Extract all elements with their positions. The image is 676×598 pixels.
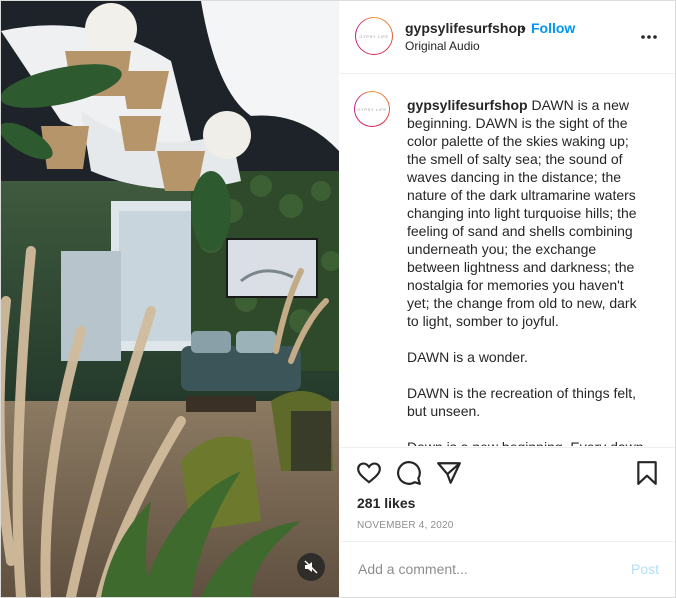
mute-toggle-button[interactable] xyxy=(297,553,325,581)
heart-icon[interactable] xyxy=(356,460,382,486)
bookmark-icon[interactable] xyxy=(634,460,660,486)
post-header: GYPSY LIFE gypsylifesurfshop • Follow Or… xyxy=(340,1,675,74)
caption-username[interactable]: gypsylifesurfshop xyxy=(407,97,528,113)
audio-label[interactable]: Original Audio xyxy=(405,39,480,53)
avatar-logo-text: GYPSY LIFE xyxy=(359,33,389,39)
caption-paragraph: Dawn is a new beginning. Every dawn xyxy=(407,438,647,446)
more-horizontal-icon[interactable] xyxy=(639,27,659,47)
caption-avatar[interactable]: GYPSY LIFE xyxy=(354,91,390,127)
post-video[interactable] xyxy=(1,1,339,597)
post-comment-button[interactable]: Post xyxy=(631,561,659,577)
caption-body: DAWN is a new beginning. DAWN is the sig… xyxy=(407,97,637,329)
author-username[interactable]: gypsylifesurfshop xyxy=(405,20,526,36)
comment-row: Post xyxy=(340,541,675,598)
speaker-muted-icon xyxy=(304,560,318,574)
likes-count[interactable]: 281 likes xyxy=(357,495,415,511)
comment-input[interactable] xyxy=(356,560,610,578)
author-avatar[interactable]: GYPSY LIFE xyxy=(355,17,393,55)
comment-bubble-icon[interactable] xyxy=(396,460,422,486)
post-date: NOVEMBER 4, 2020 xyxy=(357,520,454,531)
post-actions: 281 likes NOVEMBER 4, 2020 Post xyxy=(340,447,675,598)
post-details-panel: GYPSY LIFE gypsylifesurfshop • Follow Or… xyxy=(340,1,675,597)
caption-text: gypsylifesurfshop DAWN is a new beginnin… xyxy=(407,96,647,446)
avatar-logo-text: GYPSY LIFE xyxy=(357,106,387,112)
caption-paragraph: DAWN is the recreation of things felt, b… xyxy=(407,385,637,419)
separator-dot: • xyxy=(521,20,526,36)
caption-paragraph: DAWN is a wonder. xyxy=(407,349,528,365)
video-frame-illustration xyxy=(1,1,339,597)
paper-plane-icon[interactable] xyxy=(436,460,462,486)
instagram-post: GYPSY LIFE gypsylifesurfshop • Follow Or… xyxy=(0,0,676,598)
caption-paragraph: gypsylifesurfshop DAWN is a new beginnin… xyxy=(407,96,647,330)
follow-button[interactable]: Follow xyxy=(531,20,575,36)
caption-scroll-area[interactable]: GYPSY LIFE gypsylifesurfshop DAWN is a n… xyxy=(340,74,675,446)
